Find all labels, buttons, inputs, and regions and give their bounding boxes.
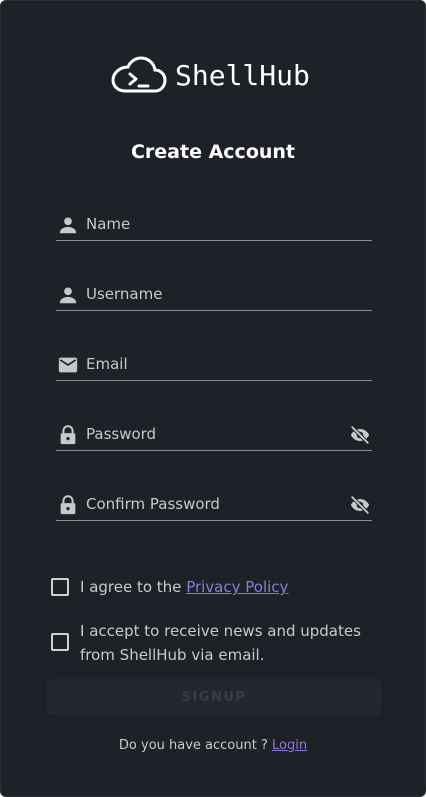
eye-off-icon[interactable] — [348, 424, 372, 446]
signup-button[interactable]: SIGNUP — [47, 679, 381, 715]
privacy-policy-label: I agree to the Privacy Policy — [80, 575, 288, 599]
email-input[interactable] — [86, 352, 336, 376]
person-icon — [59, 217, 77, 234]
shellhub-logo: ShellHub — [111, 55, 310, 95]
newsletter-checkbox[interactable] — [51, 633, 69, 651]
username-field[interactable] — [56, 280, 372, 311]
lock-icon — [60, 495, 76, 515]
login-link[interactable]: Login — [272, 738, 307, 753]
login-prompt-text: Do you have account ? — [118, 738, 273, 753]
privacy-policy-row: I agree to the Privacy Policy — [51, 575, 288, 599]
page-title: Create Account — [130, 141, 296, 163]
mail-icon — [58, 357, 78, 373]
name-input[interactable] — [86, 212, 336, 236]
cloud-terminal-icon — [111, 56, 167, 93]
eye-off-icon[interactable] — [348, 494, 372, 516]
privacy-policy-checkbox[interactable] — [51, 578, 69, 596]
confirm-password-field[interactable] — [56, 490, 372, 521]
password-field[interactable] — [56, 420, 372, 451]
newsletter-label: I accept to receive news and updates fro… — [80, 622, 361, 664]
name-field[interactable] — [56, 210, 372, 241]
login-prompt: Do you have account ? Login — [1, 738, 425, 753]
email-field[interactable] — [56, 350, 372, 381]
person-icon — [59, 287, 77, 304]
confirm-password-input[interactable] — [86, 492, 336, 516]
username-input[interactable] — [86, 282, 336, 306]
privacy-policy-link[interactable]: Privacy Policy — [186, 578, 288, 596]
privacy-label-prefix: I agree to the — [80, 578, 187, 596]
newsletter-row: I accept to receive news and updates fro… — [51, 619, 395, 667]
password-input[interactable] — [86, 422, 336, 446]
lock-icon — [60, 425, 76, 445]
signup-card: ShellHub Create Account Name Username Em… — [0, 0, 426, 797]
brand-name: ShellHub — [175, 58, 310, 92]
